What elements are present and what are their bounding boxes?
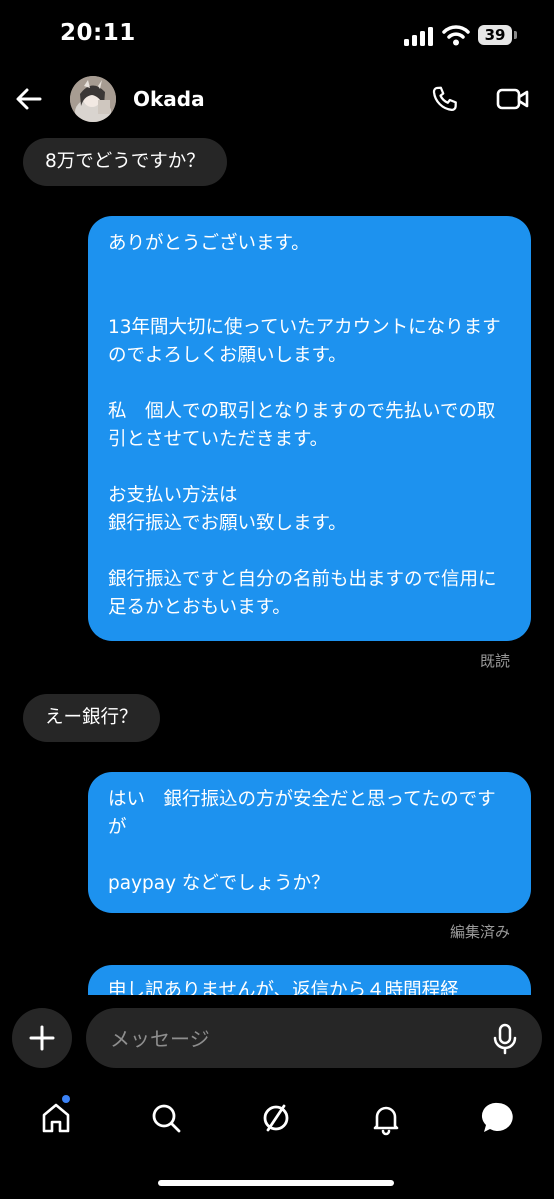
messages-icon[interactable]	[478, 1098, 518, 1138]
plus-icon	[29, 1025, 55, 1051]
message-outgoing[interactable]: はい 銀行振込の方が安全だと思ってたのですが paypay などでしょうか？	[88, 772, 531, 913]
cellular-signal-icon	[404, 26, 434, 46]
battery-tip	[514, 31, 517, 39]
message-incoming[interactable]: 8万でどうですか？	[23, 138, 227, 186]
search-icon[interactable]	[146, 1098, 186, 1138]
home-indicator	[158, 1180, 394, 1186]
message-outgoing[interactable]: ありがとうございます。 13年間大切に使っていたアカウントになりますのでよろしく…	[88, 216, 531, 641]
battery-icon: 39	[478, 25, 512, 45]
reels-icon[interactable]	[256, 1098, 296, 1138]
add-attachment-button[interactable]	[12, 1008, 72, 1068]
video-camera-icon[interactable]	[496, 86, 530, 112]
notification-dot	[62, 1095, 70, 1103]
avatar[interactable]	[70, 76, 116, 122]
wifi-icon	[442, 25, 470, 46]
read-receipt: 既読	[479, 652, 510, 670]
status-time: 20:11	[60, 20, 136, 46]
notifications-bell-icon[interactable]	[366, 1098, 406, 1138]
message-outgoing-text: 申し訳ありませんが、返信から４時間程経	[88, 965, 531, 995]
message-field[interactable]	[86, 1008, 542, 1070]
edited-label: 編集済み	[449, 923, 510, 941]
arrow-left-icon[interactable]	[14, 84, 44, 114]
home-icon[interactable]	[36, 1098, 76, 1138]
microphone-icon[interactable]	[492, 1023, 518, 1055]
chat-header: Okada	[0, 72, 554, 126]
avatar-image	[70, 76, 116, 122]
message-incoming[interactable]: えー銀行？	[23, 694, 160, 742]
status-bar: 20:11 39	[0, 0, 554, 70]
phone-icon[interactable]	[430, 84, 460, 114]
message-outgoing-partial[interactable]: 申し訳ありませんが、返信から４時間程経	[88, 965, 531, 995]
message-input[interactable]	[108, 1008, 482, 1070]
tab-bar	[0, 1090, 554, 1150]
contact-name[interactable]: Okada	[133, 87, 205, 111]
